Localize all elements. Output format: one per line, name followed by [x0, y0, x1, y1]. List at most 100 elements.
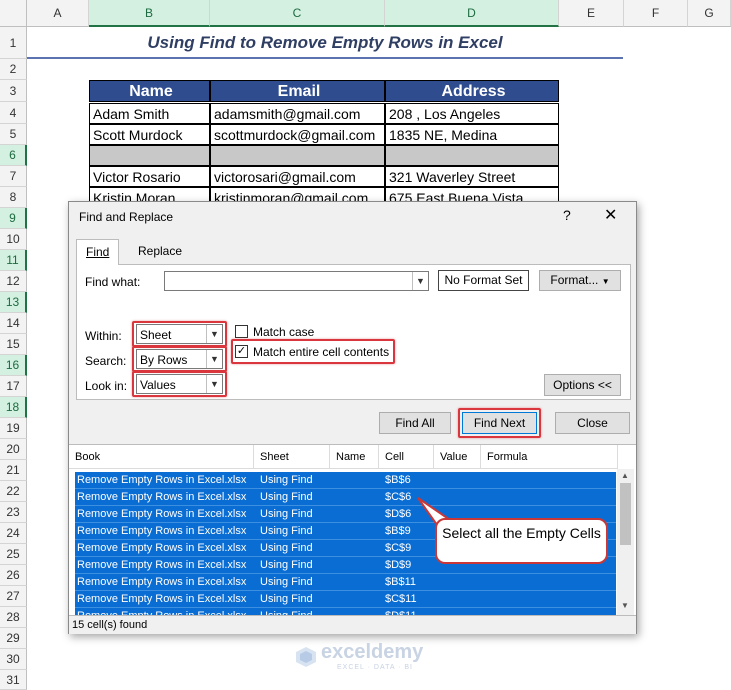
- result-row[interactable]: Remove Empty Rows in Excel.xlsx Using Fin…: [75, 472, 616, 489]
- options-button[interactable]: Options <<: [544, 374, 621, 396]
- highlight-find-next: [458, 408, 541, 438]
- help-icon[interactable]: ?: [563, 207, 571, 223]
- table-cell[interactable]: Adam Smith: [89, 103, 210, 124]
- highlight-search: [132, 346, 227, 372]
- results-header-cell[interactable]: Cell: [379, 445, 434, 469]
- column-header-d[interactable]: D: [385, 0, 559, 27]
- row-header-11[interactable]: 11: [0, 250, 27, 271]
- result-cell: Using Find: [260, 593, 313, 605]
- row-header-25[interactable]: 25: [0, 544, 27, 565]
- row-header-6[interactable]: 6: [0, 145, 27, 166]
- table-cell[interactable]: 1835 NE, Medina: [385, 124, 559, 145]
- row-header-12[interactable]: 12: [0, 271, 27, 292]
- sheet-title: Using Find to Remove Empty Rows in Excel: [27, 27, 623, 59]
- select-all-corner[interactable]: [0, 0, 27, 27]
- row-header-8[interactable]: 8: [0, 187, 27, 208]
- table-cell[interactable]: 321 Waverley Street: [385, 166, 559, 187]
- result-row[interactable]: Remove Empty Rows in Excel.xlsx Using Fin…: [75, 608, 616, 615]
- empty-cell-d6[interactable]: [385, 145, 559, 166]
- row-header-27[interactable]: 27: [0, 586, 27, 607]
- table-cell[interactable]: Victor Rosario: [89, 166, 210, 187]
- format-button-label: Format...: [550, 273, 599, 287]
- row-header-23[interactable]: 23: [0, 502, 27, 523]
- row-header-29[interactable]: 29: [0, 628, 27, 649]
- row-header-1[interactable]: 1: [0, 27, 27, 59]
- row-header-21[interactable]: 21: [0, 460, 27, 481]
- column-header-f[interactable]: F: [624, 0, 688, 27]
- row-header-19[interactable]: 19: [0, 418, 27, 439]
- result-cell: Remove Empty Rows in Excel.xlsx: [77, 542, 247, 554]
- results-header-formula[interactable]: Formula: [481, 445, 618, 469]
- row-header-20[interactable]: 20: [0, 439, 27, 460]
- row-header-16[interactable]: 16: [0, 355, 27, 376]
- no-format-set-preview: No Format Set: [438, 270, 529, 291]
- result-cell: Using Find: [260, 542, 313, 554]
- column-label: G: [704, 6, 714, 20]
- table-header-email[interactable]: Email: [210, 80, 385, 102]
- tab-replace[interactable]: Replace: [129, 239, 191, 264]
- column-label: B: [144, 6, 153, 20]
- table-cell[interactable]: victorosari@gmail.com: [210, 166, 385, 187]
- empty-cell-b6[interactable]: [89, 145, 210, 166]
- close-icon[interactable]: ✕: [604, 205, 617, 225]
- find-all-button[interactable]: Find All: [379, 412, 451, 434]
- results-header-name[interactable]: Name: [330, 445, 379, 469]
- table-cell[interactable]: adamsmith@gmail.com: [210, 103, 385, 124]
- row-header-15[interactable]: 15: [0, 334, 27, 355]
- row-header-18[interactable]: 18: [0, 397, 27, 418]
- row-header-3[interactable]: 3: [0, 80, 27, 102]
- row-header-5[interactable]: 5: [0, 124, 27, 145]
- row-header-7[interactable]: 7: [0, 166, 27, 187]
- column-header-c[interactable]: C: [210, 0, 385, 27]
- row-header-24[interactable]: 24: [0, 523, 27, 544]
- results-header-sheet[interactable]: Sheet: [254, 445, 330, 469]
- result-cell: $B$6: [385, 474, 411, 486]
- results-scrollbar[interactable]: ▲ ▼: [617, 469, 634, 615]
- table-cell[interactable]: Scott Murdock: [89, 124, 210, 145]
- highlight-within: [132, 321, 227, 347]
- row-header-31[interactable]: 31: [0, 670, 27, 690]
- close-button[interactable]: Close: [555, 412, 630, 434]
- table-cell[interactable]: 208 , Los Angeles: [385, 103, 559, 124]
- chevron-up-icon[interactable]: ▲: [621, 471, 629, 480]
- row-header-4[interactable]: 4: [0, 102, 27, 124]
- row-header-14[interactable]: 14: [0, 313, 27, 334]
- column-header-a[interactable]: A: [27, 0, 89, 27]
- highlight-look-in: [132, 371, 227, 397]
- match-case-checkbox[interactable]: [235, 325, 248, 338]
- format-button[interactable]: Format... ▼: [539, 270, 621, 291]
- result-row[interactable]: Remove Empty Rows in Excel.xlsx Using Fin…: [75, 591, 616, 608]
- row-header-10[interactable]: 10: [0, 229, 27, 250]
- result-cell: Remove Empty Rows in Excel.xlsx: [77, 525, 247, 537]
- column-header-g[interactable]: G: [688, 0, 731, 27]
- chevron-down-icon[interactable]: ▼: [412, 272, 428, 290]
- results-header-value[interactable]: Value: [434, 445, 481, 469]
- result-cell: $D$11: [385, 608, 417, 615]
- column-header-b[interactable]: B: [89, 0, 210, 27]
- row-header-2[interactable]: 2: [0, 59, 27, 80]
- result-cell: Remove Empty Rows in Excel.xlsx: [77, 608, 246, 615]
- row-header-30[interactable]: 30: [0, 649, 27, 670]
- chevron-down-icon[interactable]: ▼: [621, 601, 629, 610]
- column-header-e[interactable]: E: [559, 0, 624, 27]
- result-cell: $B$11: [385, 576, 416, 588]
- find-what-input[interactable]: ▼: [164, 271, 429, 291]
- row-header-22[interactable]: 22: [0, 481, 27, 502]
- tab-find[interactable]: Find: [76, 239, 120, 265]
- table-header-name[interactable]: Name: [89, 80, 210, 102]
- result-row[interactable]: Remove Empty Rows in Excel.xlsx Using Fin…: [75, 574, 616, 591]
- match-case-label: Match case: [253, 325, 315, 339]
- row-header-17[interactable]: 17: [0, 376, 27, 397]
- find-what-label: Find what:: [85, 275, 141, 289]
- row-header-9[interactable]: 9: [0, 208, 27, 229]
- scrollbar-thumb[interactable]: [620, 483, 631, 545]
- table-cell[interactable]: scottmurdock@gmail.com: [210, 124, 385, 145]
- row-header-28[interactable]: 28: [0, 607, 27, 628]
- result-row[interactable]: Remove Empty Rows in Excel.xlsx Using Fin…: [75, 489, 616, 506]
- row-header-26[interactable]: 26: [0, 565, 27, 586]
- look-in-label: Look in:: [85, 379, 128, 393]
- table-header-address[interactable]: Address: [385, 80, 559, 102]
- empty-cell-c6[interactable]: [210, 145, 385, 166]
- results-header-book[interactable]: Book: [69, 445, 254, 469]
- row-header-13[interactable]: 13: [0, 292, 27, 313]
